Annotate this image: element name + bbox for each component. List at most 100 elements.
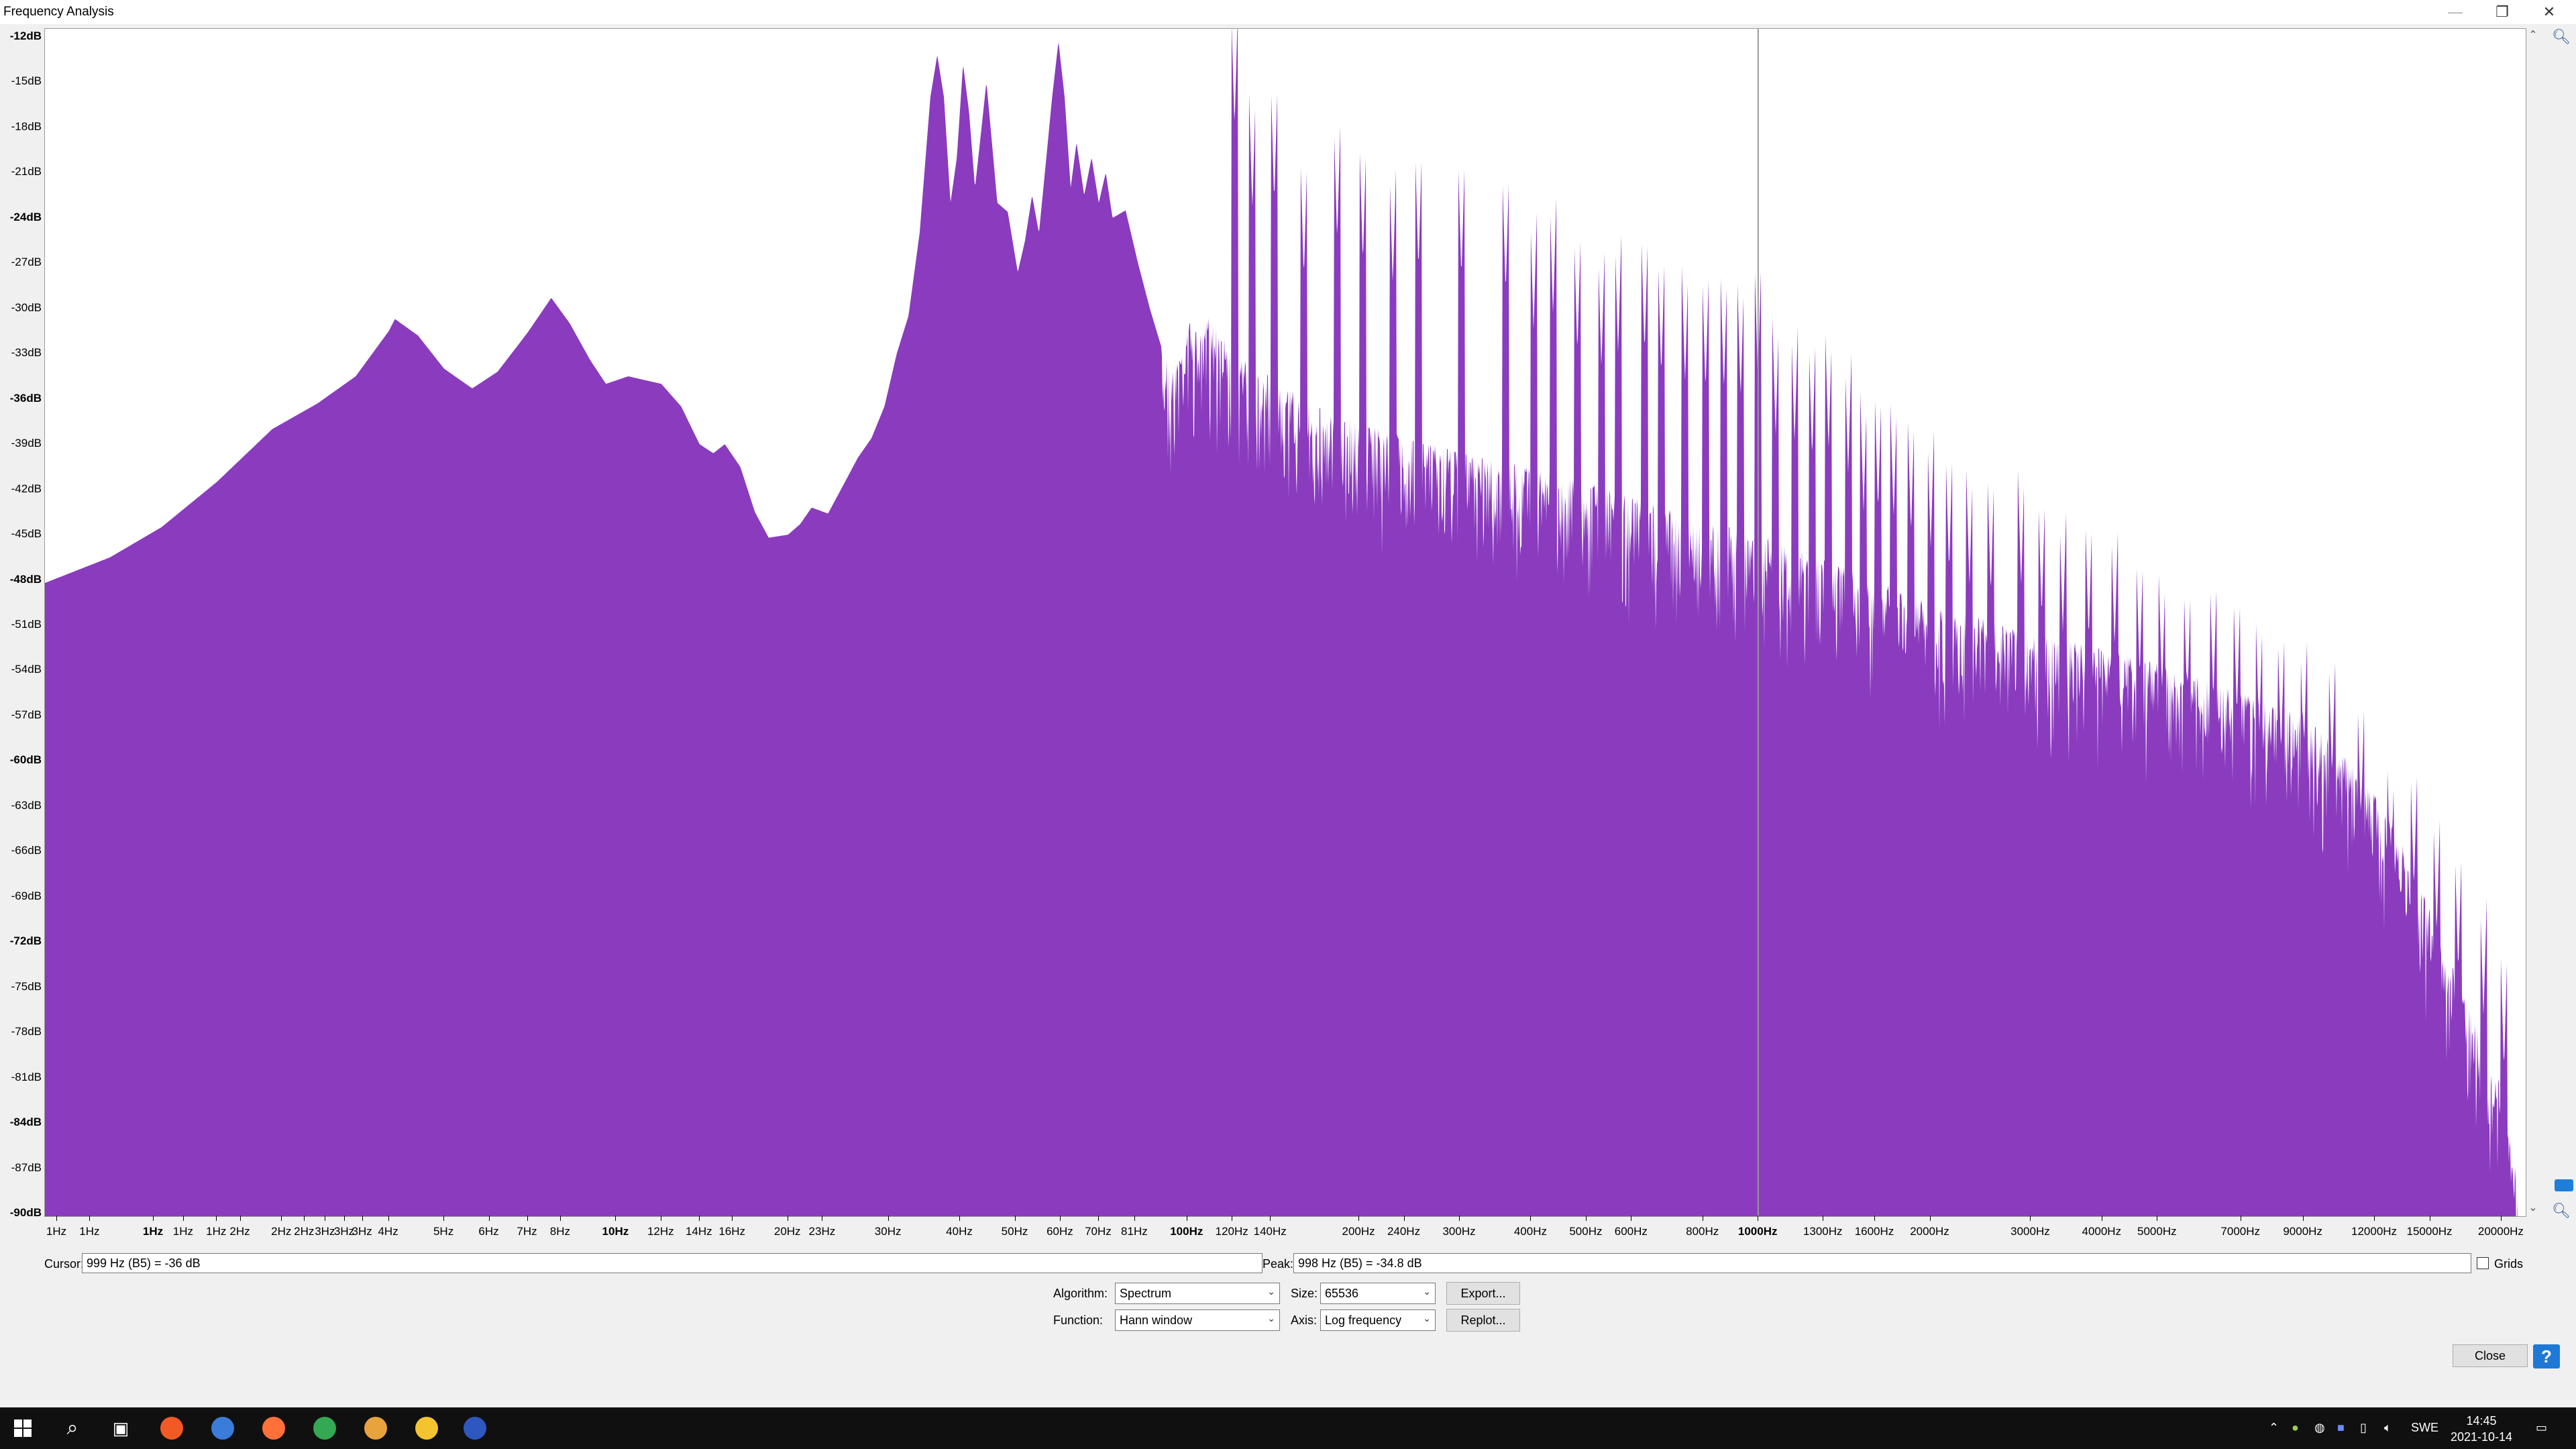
x-tick xyxy=(344,1216,345,1221)
minimize-button[interactable]: — xyxy=(2432,0,2479,24)
x-tick xyxy=(1358,1216,1360,1221)
tray-app-icon[interactable]: ● xyxy=(2292,1421,2299,1435)
notifications-icon[interactable]: ▭ xyxy=(2536,1421,2547,1435)
harmonic-peak xyxy=(2331,775,2333,777)
x-tick-label: 12000Hz xyxy=(2351,1225,2398,1238)
harmonic-peak xyxy=(1827,451,1829,453)
harmonic-peak xyxy=(1863,511,1864,513)
chrome-icon[interactable] xyxy=(311,1415,338,1442)
tray-chevron-icon[interactable]: ⌃ xyxy=(2269,1421,2279,1435)
search-icon[interactable]: ⌕ xyxy=(59,1415,86,1442)
y-tick-label: -75dB xyxy=(11,979,42,993)
harmonic-peak xyxy=(2503,1069,2505,1071)
x-tick-label: 23Hz xyxy=(808,1225,836,1238)
zoom-slider[interactable] xyxy=(2555,1179,2573,1191)
replot-button[interactable]: Replot... xyxy=(1446,1309,1520,1332)
harmonic-peak xyxy=(1617,353,1619,355)
function-label: Function: xyxy=(1053,1313,1104,1327)
function-select[interactable]: Hann window ⌄ xyxy=(1115,1309,1280,1331)
harmonic-peak xyxy=(2303,760,2305,762)
harmonic-peak xyxy=(1930,549,1932,551)
spectrum-area xyxy=(45,29,2520,1216)
firefox-icon[interactable] xyxy=(260,1415,287,1442)
harmonic-peak xyxy=(2483,1016,2485,1018)
x-tick-label: 4Hz xyxy=(378,1225,398,1238)
harmonic-peak xyxy=(1892,519,1894,521)
clock[interactable]: 14:45 2021-10-14 xyxy=(2445,1413,2518,1445)
x-tick-label: 10Hz xyxy=(602,1225,629,1238)
x-tick-label: 15000Hz xyxy=(2406,1225,2453,1238)
network-icon[interactable]: ◍ xyxy=(2314,1421,2325,1435)
audacity-icon[interactable] xyxy=(462,1415,488,1442)
x-tick xyxy=(2030,1216,2031,1221)
battery-icon[interactable]: ▯ xyxy=(2360,1421,2367,1435)
restore-button[interactable]: ❐ xyxy=(2479,0,2526,24)
y-tick-label: -36dB xyxy=(9,391,42,405)
windows-start-icon[interactable] xyxy=(9,1415,36,1442)
harmonic-peak xyxy=(1774,435,1776,437)
x-tick xyxy=(239,1216,241,1221)
clock-time: 14:45 xyxy=(2466,1414,2497,1428)
x-tick-label: 2000Hz xyxy=(1910,1225,1949,1238)
spectrum-plot[interactable] xyxy=(44,28,2526,1217)
x-tick-label: 1Hz xyxy=(206,1225,227,1238)
x-tick-label: 6Hz xyxy=(478,1225,499,1238)
cursor-field[interactable]: 999 Hz (B5) = -36 dB xyxy=(82,1253,1263,1273)
export-button[interactable]: Export... xyxy=(1446,1282,1520,1305)
language-indicator[interactable]: SWE xyxy=(2411,1421,2438,1435)
y-tick-label: -87dB xyxy=(11,1161,42,1174)
zoom-in-icon[interactable]: 🔍︎ xyxy=(2552,28,2571,47)
task-view-icon[interactable]: ▣ xyxy=(107,1415,134,1442)
y-tick-label: -84dB xyxy=(9,1116,42,1129)
close-button[interactable]: Close xyxy=(2453,1344,2528,1367)
x-tick xyxy=(443,1216,445,1221)
harmonic-peak xyxy=(2139,677,2141,679)
y-tick-label: -12dB xyxy=(9,30,42,42)
y-tick-label: -39dB xyxy=(11,437,42,450)
harmonic-peak xyxy=(1811,458,1813,460)
file-explorer-icon[interactable] xyxy=(413,1415,440,1442)
chrome-canary-icon[interactable] xyxy=(362,1415,389,1442)
size-value: 65536 xyxy=(1325,1287,1359,1300)
harmonic-peak xyxy=(1910,534,1912,536)
scroll-up-icon[interactable]: ⌃ xyxy=(2526,28,2540,42)
axis-select[interactable]: Log frequency ⌄ xyxy=(1320,1309,1436,1331)
grids-checkbox[interactable] xyxy=(2477,1257,2489,1269)
y-tick-label: -33dB xyxy=(11,346,42,360)
x-tick-label: 3Hz xyxy=(352,1225,372,1238)
tray-app2-icon[interactable]: ■ xyxy=(2337,1421,2345,1435)
scroll-down-icon[interactable]: ⌄ xyxy=(2526,1201,2540,1214)
firefox-dev-icon[interactable] xyxy=(209,1415,236,1442)
taskbar: ⌕ ▣ ⌃ ● ◍ ■ ▯ 🔈︎ SWE 14:45 2021-10-14 ▭ xyxy=(0,1407,2576,1449)
harmonic-peak xyxy=(2114,647,2116,649)
peak-field[interactable]: 998 Hz (B5) = -34.8 dB xyxy=(1293,1253,2471,1273)
harmonic-peak xyxy=(1234,126,1236,128)
close-window-button[interactable]: ✕ xyxy=(2526,0,2573,24)
x-tick xyxy=(559,1216,561,1221)
x-tick-label: 100Hz xyxy=(1170,1225,1203,1238)
harmonic-peak xyxy=(2186,707,2188,709)
zoom-out-icon[interactable]: 🔍︎ xyxy=(2552,1202,2571,1221)
vertical-scrollbar[interactable]: ⌃ ⌄ xyxy=(2526,28,2540,1217)
x-tick-label: 500Hz xyxy=(1569,1225,1603,1238)
x-tick xyxy=(304,1216,305,1221)
spectrum-chart xyxy=(45,29,2520,1216)
y-tick-label: -24dB xyxy=(9,210,42,223)
chevron-down-icon: ⌄ xyxy=(1267,1313,1275,1324)
brave-browser-icon[interactable] xyxy=(158,1415,185,1442)
x-tick-label: 4000Hz xyxy=(2082,1225,2122,1238)
chevron-down-icon: ⌄ xyxy=(1267,1286,1275,1297)
harmonic-peak xyxy=(1705,390,1707,392)
zoom-controls: 🔍︎ 🔍︎ xyxy=(2546,24,2576,1232)
y-tick-label: -15dB xyxy=(11,74,42,88)
size-select[interactable]: 65536 ⌄ xyxy=(1320,1283,1436,1304)
volume-icon[interactable]: 🔈︎ xyxy=(2384,1421,2392,1435)
help-button[interactable]: ? xyxy=(2533,1344,2560,1368)
algorithm-select[interactable]: Spectrum ⌄ xyxy=(1115,1283,1280,1304)
x-tick-label: 1000Hz xyxy=(1737,1225,1778,1238)
algorithm-value: Spectrum xyxy=(1120,1287,1172,1300)
x-tick-label: 50Hz xyxy=(1001,1225,1028,1238)
harmonic-peak xyxy=(1460,277,1462,279)
harmonic-peak xyxy=(1417,270,1419,272)
harmonic-peak xyxy=(1552,315,1554,317)
